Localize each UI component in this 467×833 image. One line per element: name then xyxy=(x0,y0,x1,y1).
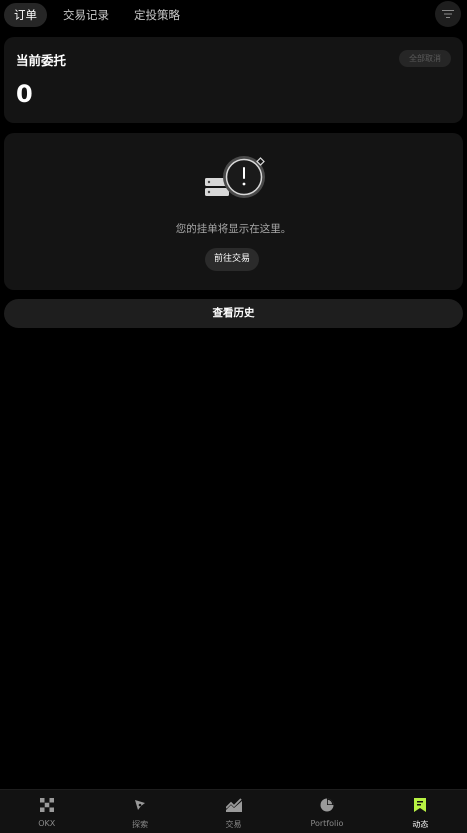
filter-icon xyxy=(442,10,454,18)
current-orders-title: 当前委托 xyxy=(16,53,67,68)
go-trade-button[interactable]: 前往交易 xyxy=(205,248,260,271)
filter-button[interactable] xyxy=(435,1,461,27)
current-orders-card: 当前委托 全部取消 0 xyxy=(4,37,463,123)
nav-label-okx: OKX xyxy=(38,819,56,828)
nav-item-trade[interactable]: 交易 xyxy=(187,790,280,833)
nav-label-portfolio: Portfolio xyxy=(310,819,344,828)
nav-label-feed: 动态 xyxy=(412,820,429,829)
pie-chart-icon xyxy=(319,797,335,813)
bookmark-icon xyxy=(412,797,428,813)
empty-message: 您的挂单将显示在这里。 xyxy=(175,223,292,235)
nav-label-trade: 交易 xyxy=(225,820,242,829)
okx-logo-icon xyxy=(39,797,55,813)
nav-item-feed[interactable]: 动态 xyxy=(374,790,467,833)
nav-item-okx[interactable]: OKX xyxy=(0,790,93,833)
nav-label-explore: 探索 xyxy=(132,820,149,829)
view-history-button[interactable]: 查看历史 xyxy=(4,299,463,328)
top-tab-bar: 订单 交易记录 定投策略 xyxy=(0,0,467,30)
compass-icon xyxy=(132,797,148,813)
tab-orders[interactable]: 订单 xyxy=(4,3,47,27)
orders-count: 0 xyxy=(16,80,33,108)
cancel-all-button[interactable]: 全部取消 xyxy=(399,50,451,67)
tab-dca-strategy[interactable]: 定投策略 xyxy=(134,3,180,27)
empty-state-card: 您的挂单将显示在这里。 前往交易 xyxy=(4,133,463,290)
nav-item-explore[interactable]: 探索 xyxy=(93,790,186,833)
tab-trade-history[interactable]: 交易记录 xyxy=(63,3,109,27)
nav-item-portfolio[interactable]: Portfolio xyxy=(280,790,373,833)
chart-icon xyxy=(225,797,242,813)
bottom-nav: OKX 探索 交易 Portfolio 动态 xyxy=(0,789,467,833)
alert-icon xyxy=(205,156,265,198)
